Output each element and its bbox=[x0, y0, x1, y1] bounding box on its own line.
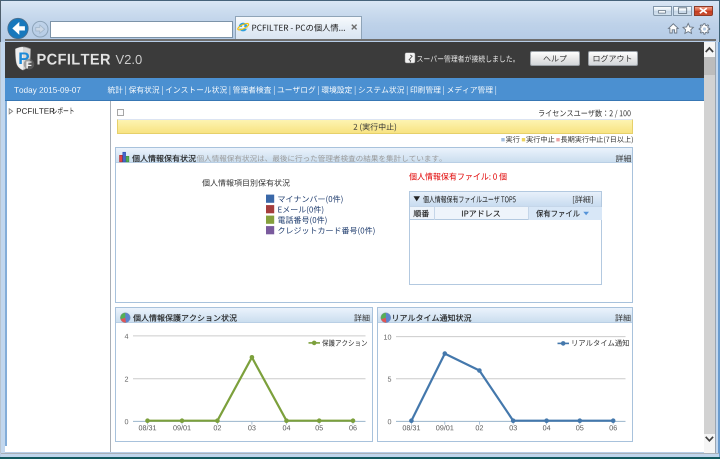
svg-text:F: F bbox=[26, 60, 32, 71]
